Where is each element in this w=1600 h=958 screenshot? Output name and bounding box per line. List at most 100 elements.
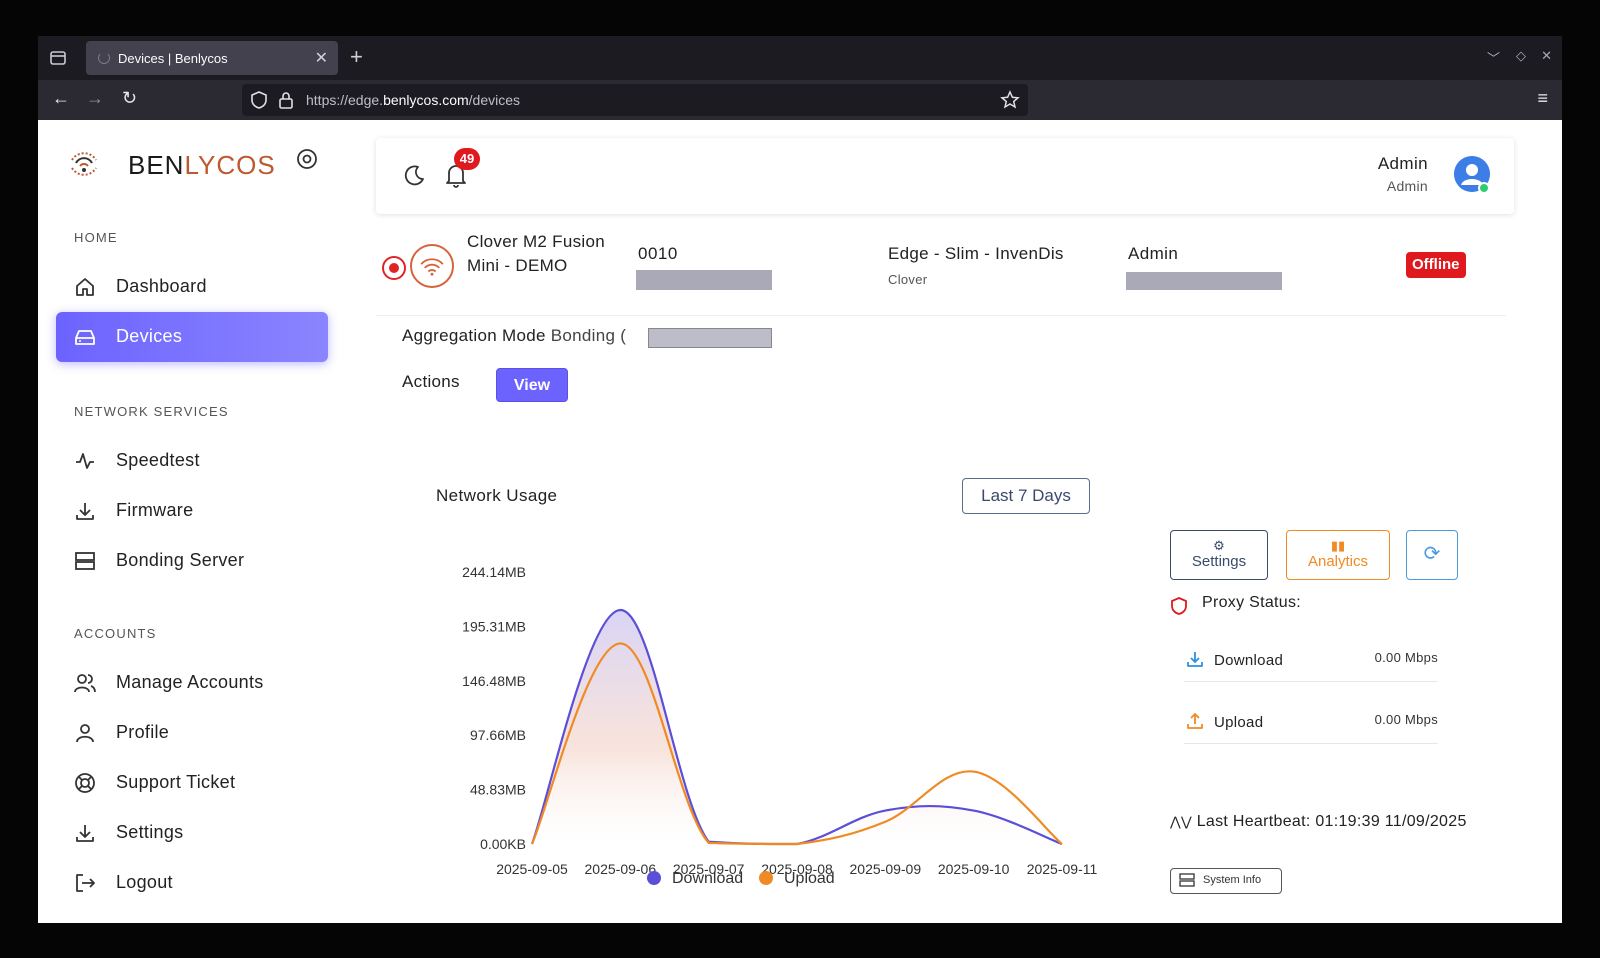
- address-bar[interactable]: https://edge.benlycos.com/devices: [242, 84, 1028, 116]
- download-icon: [76, 825, 94, 842]
- legend-label[interactable]: Upload: [784, 870, 835, 887]
- sidebar-item-manage-accounts[interactable]: Manage Accounts: [56, 658, 328, 708]
- sidebar-toggle-icon[interactable]: [296, 148, 318, 170]
- hamburger-menu-icon[interactable]: ≡: [1537, 88, 1548, 109]
- sidebar: BENLYCOS HOME Dashboard Devices NETWORK …: [38, 120, 348, 923]
- device-brand: Clover: [888, 272, 928, 287]
- server-icon: [75, 552, 95, 570]
- sidebar-item-label: Bonding Server: [116, 550, 245, 570]
- device-model: Edge - Slim - InvenDis: [888, 244, 1064, 263]
- sidebar-item-logout[interactable]: Logout: [56, 858, 328, 908]
- redacted-field: [1126, 272, 1282, 290]
- legend-marker: [759, 871, 773, 885]
- sidebar-item-settings[interactable]: Settings: [56, 808, 328, 858]
- pulse-icon: [76, 453, 94, 469]
- chevron-down-icon[interactable]: ﹀: [1487, 48, 1500, 67]
- y-tick-label: 48.83MB: [470, 782, 526, 798]
- network-usage-chart: 0.00KB 48.83MB 97.66MB 146.48MB 195.31MB 244.…: [462, 564, 1098, 887]
- tab-list-icon[interactable]: [46, 46, 70, 70]
- browser-window: Devices | Benlycos ✕ + ﹀ ◇ ✕ ← → ↻ https…: [38, 36, 1562, 923]
- device-owner: Admin: [1128, 244, 1179, 263]
- device-side-panel: ⚙ Settings ▮▮ Analytics ⟳ Proxy Status: Do…: [1170, 452, 1500, 923]
- device-name[interactable]: Clover M2 Fusion Mini - DEMO: [467, 230, 607, 278]
- user-role: Admin: [1386, 178, 1428, 194]
- sidebar-item-dashboard[interactable]: Dashboard: [56, 262, 328, 312]
- analytics-button[interactable]: ▮▮ Analytics: [1286, 530, 1390, 580]
- bookmark-star-icon[interactable]: [1000, 90, 1020, 110]
- reload-icon[interactable]: ↻: [122, 88, 137, 109]
- browser-tab[interactable]: Devices | Benlycos ✕: [86, 41, 338, 75]
- aggregation-mode: Aggregation Mode Bonding (: [402, 326, 627, 345]
- date-range-button[interactable]: Last 7 Days: [962, 478, 1090, 514]
- y-tick-label: 146.48MB: [462, 673, 526, 689]
- sidebar-item-bonding-server[interactable]: Bonding Server: [56, 536, 328, 586]
- sidebar-item-label: Devices: [116, 326, 183, 346]
- new-tab-icon[interactable]: +: [350, 44, 363, 70]
- close-tab-icon[interactable]: ✕: [315, 48, 328, 68]
- forward-icon[interactable]: →: [86, 88, 104, 109]
- user-name[interactable]: Admin: [1378, 154, 1428, 174]
- x-tick-label: 2025-09-11: [1027, 861, 1098, 877]
- redacted-field: [636, 270, 772, 290]
- screen-frame: Devices | Benlycos ✕ + ﹀ ◇ ✕ ← → ↻ https…: [0, 0, 1600, 958]
- y-tick-label: 195.31MB: [462, 618, 526, 634]
- upload-label: Upload: [1214, 714, 1264, 731]
- online-status-dot: [1478, 182, 1490, 194]
- sidebar-item-label: Logout: [116, 872, 173, 892]
- device-status-indicator: [382, 256, 406, 280]
- browser-tab-bar: Devices | Benlycos ✕ + ﹀ ◇ ✕: [38, 36, 1562, 80]
- back-icon[interactable]: ←: [52, 88, 70, 109]
- usage-area-fill: [532, 610, 1062, 844]
- x-tick-label: 2025-09-09: [850, 861, 922, 877]
- settings-button[interactable]: ⚙ Settings: [1170, 530, 1268, 580]
- x-tick-label: 2025-09-10: [938, 861, 1010, 877]
- upload-rate-row: Upload 0.00 Mbps: [1184, 698, 1438, 744]
- sidebar-item-speedtest[interactable]: Speedtest: [56, 436, 328, 486]
- restore-window-icon[interactable]: ◇: [1516, 48, 1526, 64]
- legend-label[interactable]: Download: [672, 870, 743, 887]
- close-window-icon[interactable]: ✕: [1541, 48, 1552, 64]
- download-value: 0.00 Mbps: [1374, 650, 1438, 665]
- upload-icon: [1187, 713, 1203, 729]
- section-title-home: HOME: [74, 230, 118, 245]
- status-badge: Offline: [1406, 252, 1466, 278]
- upload-value: 0.00 Mbps: [1374, 712, 1438, 727]
- sidebar-item-label: Dashboard: [116, 276, 207, 296]
- download-icon: [1187, 652, 1203, 667]
- download-icon: [76, 503, 94, 520]
- section-title-accounts: ACCOUNTS: [74, 626, 157, 641]
- download-label: Download: [1214, 652, 1284, 669]
- sidebar-item-firmware[interactable]: Firmware: [56, 486, 328, 536]
- x-tick-label: 2025-09-05: [496, 861, 568, 877]
- home-icon: [76, 278, 94, 296]
- shield-icon[interactable]: [250, 90, 268, 110]
- proxy-shield-icon: [1171, 597, 1187, 615]
- download-rate-row: Download 0.00 Mbps: [1184, 636, 1438, 682]
- sidebar-item-label: Firmware: [116, 500, 194, 520]
- notification-count-badge: 49: [454, 148, 480, 170]
- dark-mode-moon-icon[interactable]: [402, 164, 426, 188]
- browser-nav-bar: ← → ↻ https://edge.benlycos.com/devices …: [38, 80, 1562, 120]
- y-tick-label: 97.66MB: [470, 727, 526, 743]
- network-usage-card: Network Usage Last 7 Days 0.00KB 48.83MB 9…: [402, 452, 1502, 923]
- refresh-icon: ⟳: [1423, 543, 1441, 565]
- bar-chart-icon: ▮▮: [1330, 538, 1346, 553]
- lifebuoy-icon: [75, 773, 95, 793]
- benlycos-logo-icon: [71, 152, 97, 176]
- users-icon: [74, 674, 96, 693]
- sidebar-item-profile[interactable]: Profile: [56, 708, 328, 758]
- system-info-button[interactable]: System Info: [1170, 868, 1282, 894]
- refresh-button[interactable]: ⟳: [1406, 530, 1458, 580]
- sidebar-item-support-ticket[interactable]: Support Ticket: [56, 758, 328, 808]
- sidebar-item-devices[interactable]: Devices: [56, 312, 328, 362]
- device-row[interactable]: Clover M2 Fusion Mini - DEMO 0010 Edge -…: [376, 220, 1506, 316]
- server-icon: [1179, 873, 1195, 887]
- sidebar-item-label: Profile: [116, 722, 170, 742]
- lock-icon[interactable]: [278, 90, 294, 110]
- sidebar-item-label: Speedtest: [116, 450, 200, 470]
- tab-title: Devices | Benlycos: [118, 51, 228, 66]
- url-text[interactable]: https://edge.benlycos.com/devices: [306, 92, 520, 108]
- view-button[interactable]: View: [496, 368, 568, 402]
- loading-icon: [98, 52, 110, 64]
- top-header: 49 Admin Admin: [376, 138, 1514, 214]
